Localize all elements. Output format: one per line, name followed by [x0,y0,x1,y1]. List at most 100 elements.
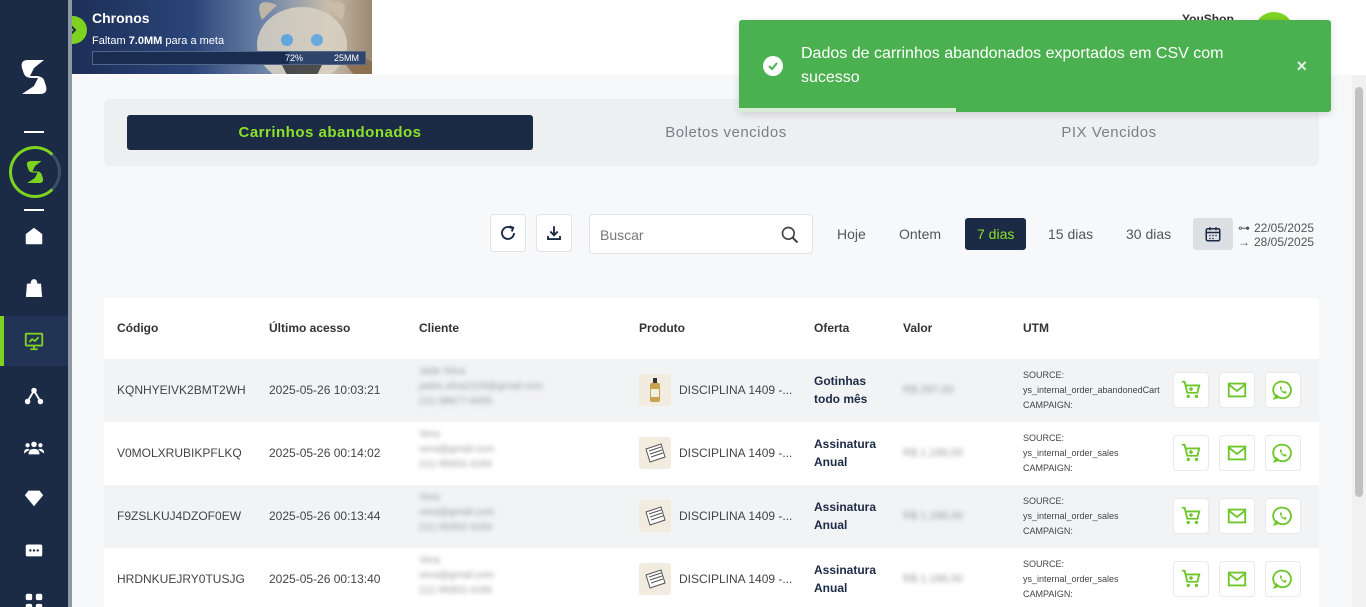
offer-line-2: Anual [814,518,848,532]
client-phone: (11) 99302-4184 [419,522,493,533]
search-icon[interactable] [780,225,800,245]
refresh-icon [501,225,515,240]
offer-line-2: Anual [814,455,848,469]
client-name: Vera [419,429,440,440]
row-utm: SOURCE: ys_internal_order_abandonedCart … [1023,368,1171,413]
goal-ring-logo[interactable] [9,146,61,198]
range-yesterday[interactable]: Ontem [887,218,953,250]
row-utm: SOURCE: ys_internal_order_sales CAMPAIGN… [1023,494,1171,539]
send-email-button[interactable] [1219,372,1255,408]
utm-source: ys_internal_order_sales [1023,511,1119,521]
calendar-product-icon [645,506,666,526]
view-cart-button[interactable] [1173,498,1209,534]
table-row[interactable]: F9ZSLKUJ4DZOF0EW 2025-05-26 00:13:44 Ver… [104,485,1319,548]
client-phone: (11) 98877-6655 [419,396,493,407]
refresh-button[interactable] [490,214,526,252]
table-row[interactable]: KQNHYEIVK2BMT2WH 2025-05-26 10:03:21 Jad… [104,359,1319,422]
nav-tickets[interactable] [0,526,68,574]
view-cart-button[interactable] [1173,561,1209,597]
toast-close-button[interactable]: × [1296,56,1307,77]
calendar-product-icon [645,569,666,589]
row-product: DISCIPLINA 1409 -... [679,446,793,460]
range-30-days[interactable]: 30 dias [1114,218,1183,250]
whatsapp-icon [1272,569,1292,589]
success-toast: Dados de carrinhos abandonados exportado… [739,20,1331,112]
date-picker-button[interactable] [1193,218,1233,250]
tab-expired-pix[interactable]: PIX Vencidos [919,115,1299,150]
search-box [589,214,813,254]
mail-icon [1227,571,1247,587]
home-icon [25,227,43,245]
search-input[interactable] [600,225,770,245]
send-email-button[interactable] [1219,435,1255,471]
table-row[interactable]: HRDNKUEJRY0TUSJG 2025-05-26 00:13:40 Ver… [104,548,1319,607]
page-scrollbar[interactable] [1352,75,1366,607]
row-offer: Assinatura Anual [814,498,876,534]
tab-expired-boletos[interactable]: Boletos vencidos [549,115,903,150]
row-value: R$ 1.188,00 [903,573,963,585]
nav-affiliates[interactable] [0,372,68,420]
column-header-code: Código [117,321,159,335]
offer-line-1: Assinatura [814,437,877,451]
nav-customers[interactable] [0,424,68,472]
goal-progress-fill [93,52,289,64]
range-15-days[interactable]: 15 dias [1036,218,1105,250]
goal-banner: Chronos Faltam 7.0MM para a meta 72% 25M… [72,0,372,74]
nav-apps[interactable] [0,578,68,607]
offer-line-1: Assinatura [814,563,877,577]
send-whatsapp-button[interactable] [1265,498,1301,534]
product-thumbnail [639,437,671,469]
calendar-icon [1205,227,1221,242]
nav-recovery[interactable] [0,316,68,366]
tab-abandoned-carts[interactable]: Carrinhos abandonados [127,115,533,150]
ticket-icon [25,544,43,557]
table-row[interactable]: V0MOLXRUBIKPFLKQ 2025-05-26 00:14:02 Ver… [104,422,1319,485]
whatsapp-icon [1272,443,1292,463]
check-circle-icon [763,56,783,76]
toast-message: Dados de carrinhos abandonados exportado… [801,45,1224,86]
goal-target: 25MM [333,53,359,63]
row-code: HRDNKUEJRY0TUSJG [117,572,245,586]
abandoned-carts-table: Código Último acesso Cliente Produto Ofe… [104,298,1319,607]
offer-line-1: Gotinhas [814,374,867,388]
send-email-button[interactable] [1219,561,1255,597]
client-email: jades.silva2118@gmail.com [419,381,543,392]
client-name: Jade Silva [419,366,466,377]
send-whatsapp-button[interactable] [1265,372,1301,408]
scrollbar-thumb[interactable] [1355,87,1363,497]
row-utm: SOURCE: ys_internal_order_sales CAMPAIGN… [1023,557,1171,602]
row-last-access: 2025-05-26 10:03:21 [269,383,381,397]
presentation-chart-icon [24,332,44,351]
date-from: 22/05/2025 [1254,221,1315,235]
goal-progress-bar: 72% 25MM [92,51,366,65]
nav-premium[interactable] [0,474,68,522]
row-last-access: 2025-05-26 00:13:44 [269,509,381,523]
calendar-product-icon [645,443,666,463]
range-today[interactable]: Hoje [825,218,878,250]
utm-source: ys_internal_order_sales [1023,574,1119,584]
product-thumbnail [639,500,671,532]
view-cart-button[interactable] [1173,435,1209,471]
cart-icon [1181,443,1201,462]
nav-products[interactable] [0,264,68,312]
cart-icon [1181,506,1201,525]
app-logo[interactable] [14,56,54,98]
view-cart-button[interactable] [1173,372,1209,408]
row-product: DISCIPLINA 1409 -... [679,383,793,397]
row-offer: Assinatura Anual [814,435,876,471]
export-csv-button[interactable] [536,214,572,252]
row-client: Jade Silva jades.silva2118@gmail.com (11… [419,364,543,409]
range-7-days[interactable]: 7 dias [965,218,1027,250]
send-whatsapp-button[interactable] [1265,561,1301,597]
client-phone: (11) 99302-4184 [419,585,493,596]
row-client: Vera vera@gmail.com (11) 99302-4184 [419,553,494,598]
row-value: R$ 297,00 [903,384,954,396]
column-header-product: Produto [639,321,685,335]
send-email-button[interactable] [1219,498,1255,534]
nav-home[interactable] [0,212,68,260]
collapse-sidebar-button[interactable] [72,16,87,44]
main-content: Carrinhos abandonados Boletos vencidos P… [72,75,1352,607]
mail-icon [1227,508,1247,524]
date-range[interactable]: ⊶ 22/05/2025 → 28/05/2025 [1238,221,1314,249]
send-whatsapp-button[interactable] [1265,435,1301,471]
